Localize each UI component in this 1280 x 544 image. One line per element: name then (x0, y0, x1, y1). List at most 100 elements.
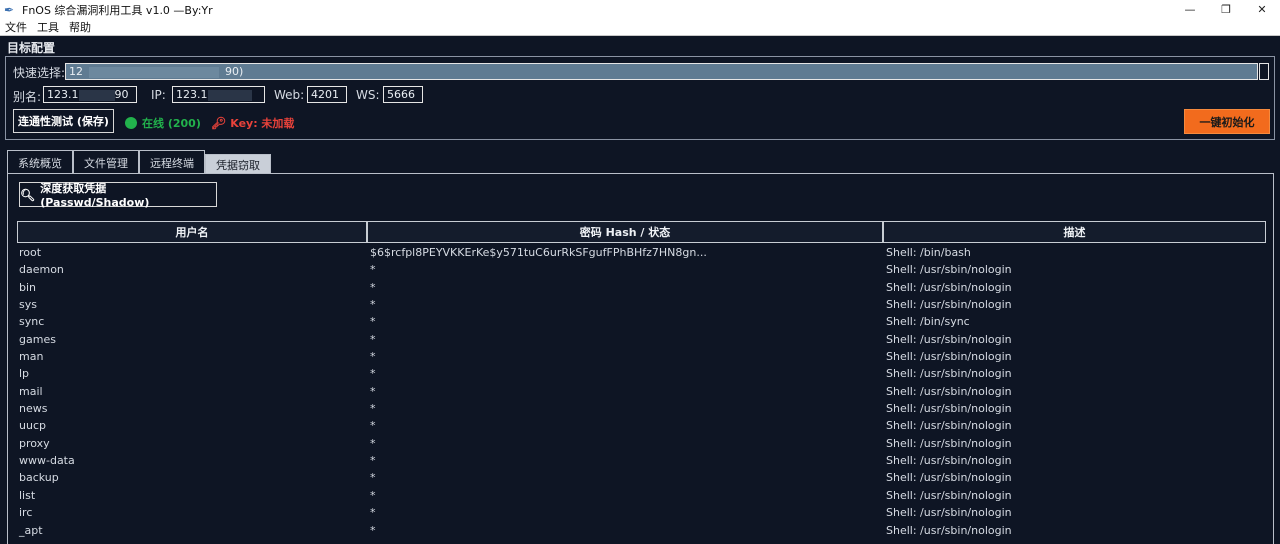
cell-hash: * (370, 298, 376, 312)
tab-system-overview[interactable]: 系统概览 (7, 150, 73, 174)
ip-input[interactable]: 123.1 (172, 86, 265, 103)
cell-description: Shell: /usr/sbin/nologin (886, 506, 1012, 520)
cell-username: irc (19, 506, 33, 520)
online-dot-icon (125, 117, 137, 129)
quick-select-value-start: 12 (69, 65, 83, 78)
cell-username: proxy (19, 436, 50, 450)
table-row[interactable]: _apt * Shell: /usr/sbin/nologin (17, 522, 1266, 539)
cell-username: sync (19, 315, 45, 329)
tab-file-manager[interactable]: 文件管理 (73, 150, 139, 174)
quick-select-value-end: 90) (225, 65, 244, 78)
one-click-init-button[interactable]: 一键初始化 (1184, 109, 1270, 134)
tab-remote-terminal[interactable]: 远程终端 (139, 150, 205, 174)
feather-icon: ✒ (4, 2, 15, 17)
tab-credential-theft[interactable]: 凭据窃取 (205, 154, 271, 174)
table-row[interactable]: news * Shell: /usr/sbin/nologin (17, 400, 1266, 417)
column-header-description[interactable]: 描述 (883, 221, 1266, 243)
online-status: 在线 (200) (125, 115, 201, 131)
cell-hash: * (370, 523, 376, 537)
column-header-username[interactable]: 用户名 (17, 221, 367, 243)
cell-hash: * (370, 436, 376, 450)
quick-select-combobox[interactable]: 12 90) (65, 63, 1258, 80)
cell-username: daemon (19, 263, 64, 277)
table-row[interactable]: proxy * Shell: /usr/sbin/nologin (17, 435, 1266, 452)
table-row[interactable]: irc * Shell: /usr/sbin/nologin (17, 504, 1266, 521)
table-row[interactable]: list * Shell: /usr/sbin/nologin (17, 487, 1266, 504)
table-body: root $6$rcfpl8PEYVKKErKe$y571tuC6urRkSFgu… (17, 244, 1266, 539)
cell-username: uucp (19, 419, 46, 433)
cell-description: Shell: /usr/sbin/nologin (886, 384, 1012, 398)
cell-description: Shell: /usr/sbin/nologin (886, 471, 1012, 485)
table-row[interactable]: www-data * Shell: /usr/sbin/nologin (17, 452, 1266, 469)
minimize-button[interactable]: — (1172, 0, 1208, 19)
maximize-button[interactable]: ❐ (1208, 0, 1244, 19)
deep-fetch-button[interactable]: 🔍︎ 深度获取凭据 (Passwd/Shadow) (19, 182, 217, 209)
cell-description: Shell: /usr/sbin/nologin (886, 523, 1012, 537)
cell-description: Shell: /usr/sbin/nologin (886, 488, 1012, 502)
table-row[interactable]: root $6$rcfpl8PEYVKKErKe$y571tuC6urRkSFgu… (17, 244, 1266, 261)
cell-username: sys (19, 298, 37, 312)
cell-hash: * (370, 488, 376, 502)
cell-description: Shell: /usr/sbin/nologin (886, 280, 1012, 294)
table-row[interactable]: mail * Shell: /usr/sbin/nologin (17, 383, 1266, 400)
cell-username: www-data (19, 454, 75, 468)
cell-description: Shell: /usr/sbin/nologin (886, 419, 1012, 433)
credential-panel: 🔍︎ 深度获取凭据 (Passwd/Shadow) 用户名 密码 Hash / … (7, 173, 1274, 544)
cell-username: lp (19, 367, 30, 381)
cell-hash: * (370, 506, 376, 520)
cell-hash: * (370, 315, 376, 329)
key-icon: 🔑︎ (211, 116, 227, 130)
ws-port-input[interactable]: 5666 (383, 86, 423, 103)
target-config-title: 目标配置 (7, 41, 56, 55)
close-button[interactable]: ✕ (1244, 0, 1280, 19)
column-header-hash[interactable]: 密码 Hash / 状态 (367, 221, 883, 243)
cell-description: Shell: /usr/sbin/nologin (886, 454, 1012, 468)
connectivity-test-button[interactable]: 连通性测试 (保存) (13, 109, 114, 133)
table-row[interactable]: daemon * Shell: /usr/sbin/nologin (17, 261, 1266, 278)
table-row[interactable]: sync * Shell: /bin/sync (17, 313, 1266, 330)
table-row[interactable]: lp * Shell: /usr/sbin/nologin (17, 365, 1266, 382)
table-row[interactable]: uucp * Shell: /usr/sbin/nologin (17, 417, 1266, 434)
table-row[interactable]: bin * Shell: /usr/sbin/nologin (17, 279, 1266, 296)
deep-fetch-label: 深度获取凭据 (Passwd/Shadow) (40, 182, 150, 209)
key-status-text: Key: 未加载 (230, 117, 295, 130)
menu-file[interactable]: 文件 (0, 19, 32, 35)
alias-input[interactable]: 123.1 90 (43, 86, 137, 103)
web-port-input[interactable]: 4201 (307, 86, 347, 103)
cell-username: news (19, 402, 48, 416)
table-row[interactable]: backup * Shell: /usr/sbin/nologin (17, 469, 1266, 486)
web-label: Web: (274, 88, 305, 102)
cell-description: Shell: /usr/sbin/nologin (886, 367, 1012, 381)
cell-username: man (19, 350, 44, 364)
cell-username: backup (19, 471, 59, 485)
quick-select-label: 快速选择: (13, 66, 66, 80)
cell-username: games (19, 332, 56, 346)
cell-hash: * (370, 263, 376, 277)
alias-value-start: 123.1 (47, 88, 79, 101)
table-row[interactable]: games * Shell: /usr/sbin/nologin (17, 331, 1266, 348)
search-icon: 🔍︎ (20, 187, 36, 202)
table-row[interactable]: man * Shell: /usr/sbin/nologin (17, 348, 1266, 365)
tab-bar: 系统概览 文件管理 远程终端 凭据窃取 (7, 148, 271, 174)
menu-bar: 文件 工具 帮助 (0, 19, 1280, 36)
table-row[interactable]: sys * Shell: /usr/sbin/nologin (17, 296, 1266, 313)
title-bar: ✒ FnOS 综合漏洞利用工具 v1.0 —By:Yr — ❐ ✕ (0, 0, 1280, 19)
target-fields-row: 别名: 123.1 90 IP: 123.1 Web: 4201 WS: 5666 (13, 86, 613, 104)
online-status-text: 在线 (200) (142, 117, 201, 130)
cell-description: Shell: /usr/sbin/nologin (886, 298, 1012, 312)
cell-hash: * (370, 402, 376, 416)
cell-description: Shell: /usr/sbin/nologin (886, 402, 1012, 416)
window-title: FnOS 综合漏洞利用工具 v1.0 —By:Yr (22, 3, 213, 17)
ip-value: 123.1 (176, 88, 208, 101)
target-config-group: 快速选择: 12 90) 别名: 123.1 90 IP: 123.1 Web: 4… (5, 56, 1275, 140)
menu-help[interactable]: 帮助 (64, 19, 96, 35)
cell-description: Shell: /bin/sync (886, 315, 970, 329)
cell-hash: * (370, 350, 376, 364)
cell-description: Shell: /bin/bash (886, 246, 971, 259)
menu-tools[interactable]: 工具 (32, 19, 64, 35)
cell-username: mail (19, 384, 43, 398)
window-controls: — ❐ ✕ (1172, 0, 1280, 19)
quick-select-scrollbar[interactable] (1259, 63, 1269, 80)
cell-hash: * (370, 384, 376, 398)
cell-hash: * (370, 332, 376, 346)
